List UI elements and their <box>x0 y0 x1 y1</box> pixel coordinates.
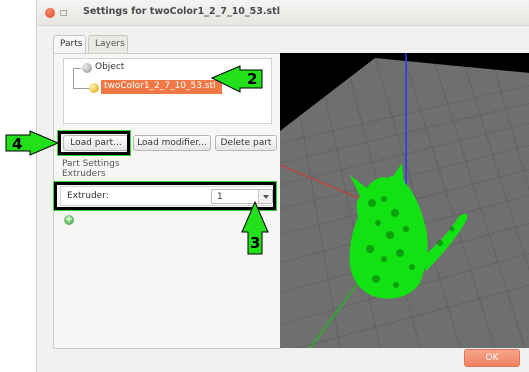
callout-4-number: 4 <box>12 135 23 153</box>
callout-2-number: 2 <box>247 70 258 88</box>
callout-3-number: 3 <box>250 234 261 252</box>
callout-layer <box>5 65 269 255</box>
